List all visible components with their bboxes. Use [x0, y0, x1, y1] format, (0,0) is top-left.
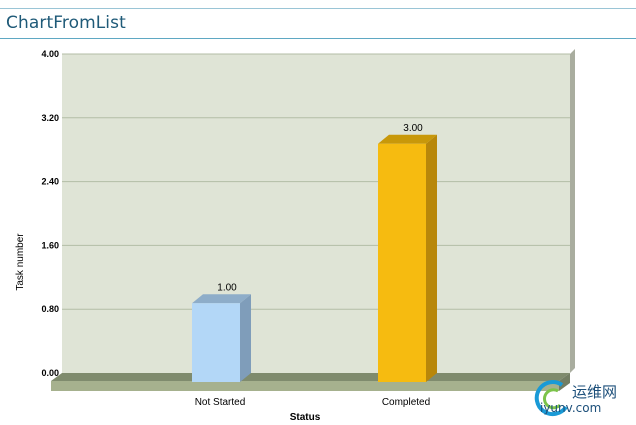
plot-background: [62, 54, 570, 373]
x-axis-ticks: Not Started Completed: [195, 397, 430, 408]
bar-value-label: 1.00: [217, 282, 237, 293]
plot-area: [62, 49, 575, 373]
chart-floor: [51, 373, 570, 391]
x-tick-label: Completed: [382, 397, 430, 408]
bar: [192, 303, 240, 382]
y-tick-label: 0.80: [41, 304, 59, 314]
x-tick-label: Not Started: [195, 397, 246, 408]
bar-chart: 1.00 3.00 0.00 0.80 1.60 2.40 3.20 4.00 Not St…: [15, 49, 575, 423]
y-axis-ticks: 0.00 0.80 1.60 2.40 3.20 4.00: [41, 49, 59, 378]
y-tick-label: 2.40: [41, 177, 59, 187]
watermark-text-cn: 运维网: [572, 383, 618, 401]
watermark-text-url: iyunv.com: [540, 401, 602, 415]
bar: [378, 143, 426, 382]
floor-front: [51, 381, 559, 391]
bar-side: [426, 134, 437, 382]
y-tick-label: 3.20: [41, 113, 59, 123]
y-tick-label: 0.00: [41, 368, 59, 378]
watermark: 运维网 iyunv.com: [532, 377, 636, 423]
y-tick-label: 4.00: [41, 49, 59, 59]
x-axis-label: Status: [290, 412, 321, 423]
y-tick-label: 1.60: [41, 240, 59, 250]
y-axis-label: Task number: [15, 233, 26, 291]
floor-top: [51, 373, 570, 381]
plot-side-wall: [570, 49, 575, 373]
bar-side: [240, 294, 251, 382]
page-header: ChartFromList: [0, 9, 636, 39]
page-title: ChartFromList: [6, 13, 126, 33]
bar-value-label: 3.00: [403, 123, 423, 134]
